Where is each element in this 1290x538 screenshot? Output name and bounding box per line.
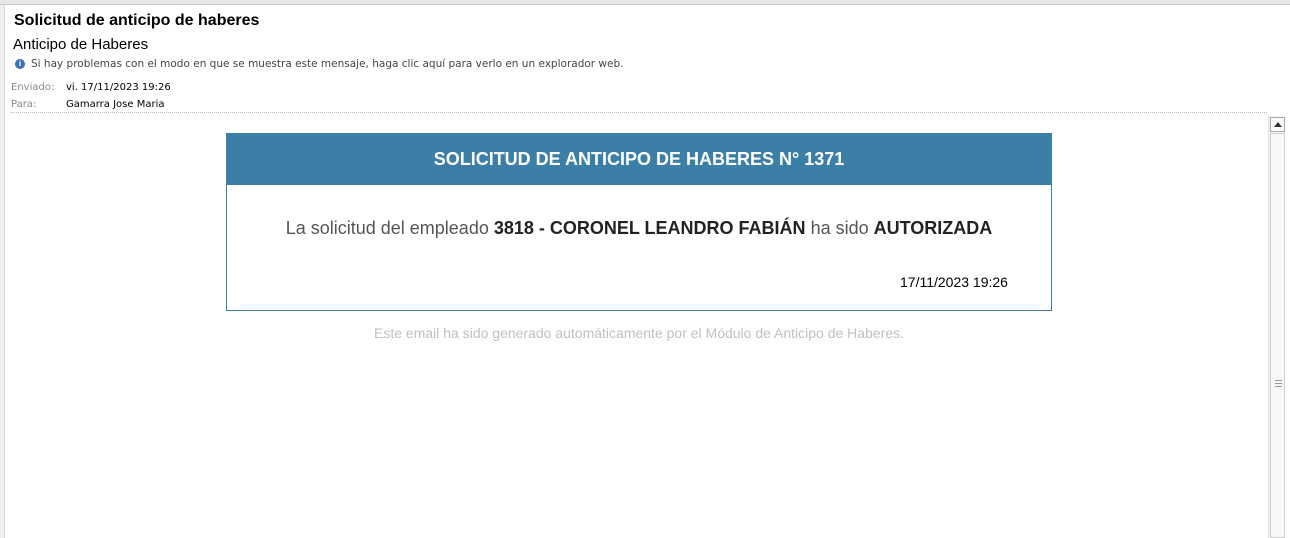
info-icon: i [15, 59, 25, 69]
email-header: Solicitud de anticipo de haberes Anticip… [13, 12, 1264, 70]
email-subject: Solicitud de anticipo de haberes [14, 12, 260, 29]
card-body: La solicitud del empleado 3818 - CORONEL… [227, 185, 1051, 310]
footer-note: Este email ha sido generado automáticame… [374, 325, 904, 341]
window-left-border [0, 5, 5, 538]
info-bar[interactable]: i Si hay problemas con el modo en que se… [15, 58, 624, 70]
scroll-thumb[interactable] [1270, 133, 1285, 538]
to-row: Para: Gamarra Jose Maria [11, 96, 171, 113]
notification-card: SOLICITUD DE ANTICIPO DE HABERES N° 1371… [226, 133, 1052, 311]
header-divider [11, 112, 1267, 113]
scroll-grip-icon [1275, 380, 1282, 389]
thread-title: Anticipo de Haberes [13, 36, 149, 53]
info-bar-text[interactable]: Si hay problemas con el modo en que se m… [31, 58, 624, 70]
status-text: AUTORIZADA [873, 218, 993, 238]
message-middle: ha sido [805, 218, 874, 238]
message-prefix: La solicitud del empleado [285, 218, 494, 238]
to-value[interactable]: Gamarra Jose Maria [66, 96, 164, 113]
sent-label: Enviado: [11, 82, 55, 93]
sent-row: Enviado: vi. 17/11/2023 19:26 [11, 79, 171, 96]
window-top-border [0, 0, 1290, 5]
arrow-up-icon[interactable] [1270, 117, 1285, 132]
sent-value: vi. 17/11/2023 19:26 [66, 82, 171, 93]
card-message: La solicitud del empleado 3818 - CORONEL… [227, 218, 1051, 239]
to-label: Para: [11, 99, 37, 110]
email-meta: Enviado: vi. 17/11/2023 19:26 Para: Gama… [11, 79, 171, 113]
vertical-scrollbar[interactable] [1268, 116, 1285, 538]
employee-name: 3818 - CORONEL LEANDRO FABIÁN [493, 218, 806, 238]
card-header: SOLICITUD DE ANTICIPO DE HABERES N° 1371 [227, 134, 1051, 185]
card-date: 17/11/2023 19:26 [900, 274, 1008, 290]
